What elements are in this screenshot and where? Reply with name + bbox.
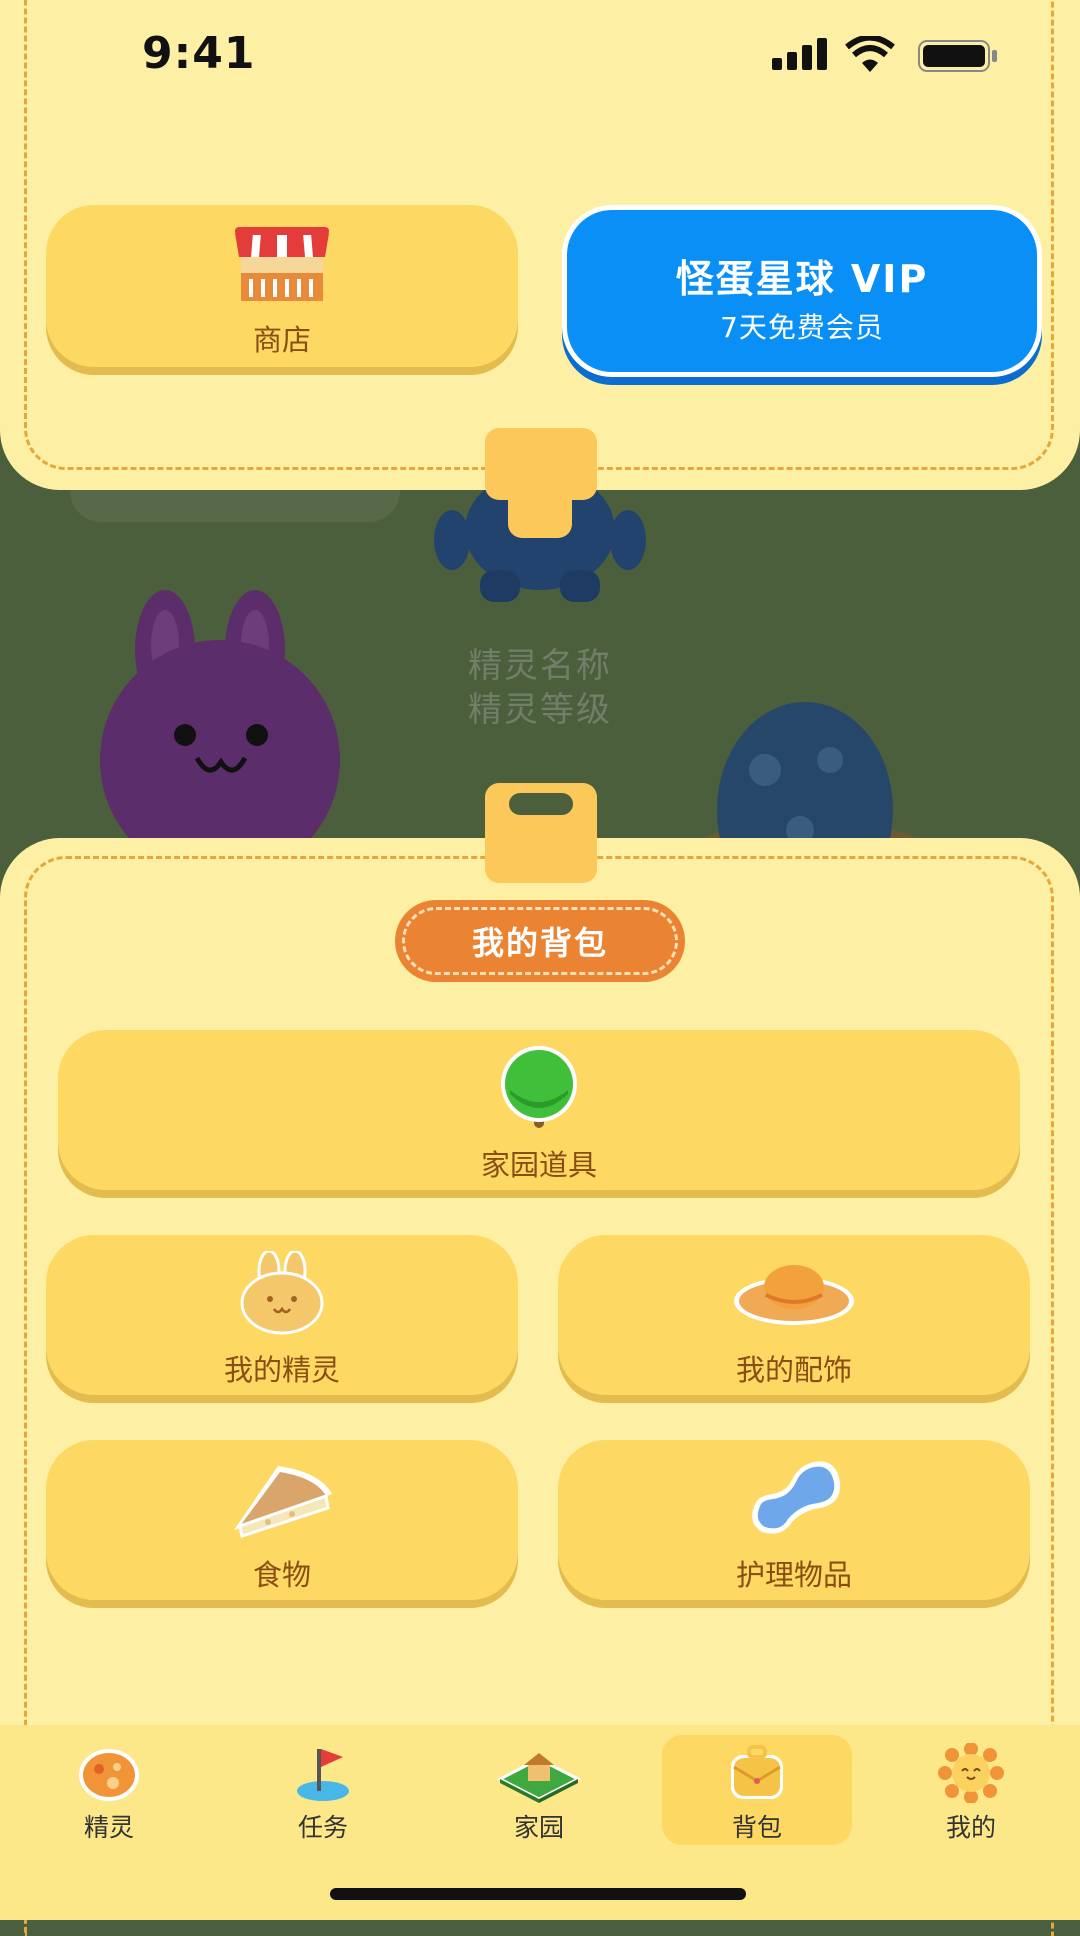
food-button[interactable]: 食物 xyxy=(46,1440,518,1600)
my-sprites-button[interactable]: 我的精灵 xyxy=(46,1235,518,1395)
backpack-title-pill: 我的背包 xyxy=(395,900,685,982)
tab-mine-label: 我的 xyxy=(945,1813,996,1842)
shop-button[interactable]: 商店 xyxy=(46,205,518,367)
egg-icon xyxy=(79,1749,139,1801)
battery-icon xyxy=(918,40,997,72)
my-sprites-label: 我的精灵 xyxy=(223,1353,340,1387)
care-items-button[interactable]: 护理物品 xyxy=(558,1440,1030,1600)
sprite-name-text: 精灵名称 xyxy=(468,646,612,686)
care-items-label: 护理物品 xyxy=(735,1558,852,1592)
vip-subtitle: 7天免费会员 xyxy=(720,311,884,344)
home-indicator[interactable] xyxy=(330,1888,746,1900)
tab-home[interactable]: 家园 xyxy=(444,1735,634,1845)
tree-icon xyxy=(501,1046,577,1128)
my-accessories-button[interactable]: 我的配饰 xyxy=(558,1235,1030,1395)
connector-tab-slot xyxy=(509,793,573,815)
cheese-icon xyxy=(234,1466,332,1538)
cellular-signal-icon xyxy=(772,38,827,70)
tab-tasks[interactable]: 任务 xyxy=(228,1735,418,1845)
vip-title: 怪蛋星球 VIP xyxy=(675,257,929,301)
status-time: 9:41 xyxy=(142,28,256,79)
tab-mine[interactable]: 我的 xyxy=(876,1735,1066,1845)
vip-button[interactable]: 怪蛋星球 VIP 7天免费会员 xyxy=(562,205,1042,377)
house-icon xyxy=(496,1753,582,1803)
shop-stall-icon xyxy=(235,227,329,301)
food-label: 食物 xyxy=(252,1558,311,1592)
bone-icon xyxy=(752,1461,841,1534)
backpack-title: 我的背包 xyxy=(471,924,608,962)
sprite-level-text: 精灵等级 xyxy=(468,690,612,730)
wifi-icon xyxy=(845,36,895,72)
tab-tasks-label: 任务 xyxy=(297,1813,348,1842)
hat-icon xyxy=(734,1265,854,1325)
home-props-button[interactable]: 家园道具 xyxy=(58,1030,1020,1190)
shop-label: 商店 xyxy=(252,323,311,357)
connector-tab-bottom xyxy=(485,783,597,883)
tab-sprites[interactable]: 精灵 xyxy=(14,1735,204,1845)
tab-backpack[interactable]: 背包 xyxy=(662,1735,852,1845)
connector-tab-top-stem xyxy=(508,480,572,538)
my-accessories-label: 我的配饰 xyxy=(735,1353,852,1387)
status-bar: 9:41 xyxy=(0,0,1080,110)
flag-icon xyxy=(297,1749,349,1801)
tab-home-label: 家园 xyxy=(513,1813,564,1842)
sun-icon xyxy=(938,1743,1004,1803)
backpack-icon xyxy=(731,1745,783,1799)
bunny-icon xyxy=(240,1251,324,1335)
home-props-label: 家园道具 xyxy=(480,1148,597,1182)
tab-sprites-label: 精灵 xyxy=(83,1813,134,1842)
tab-backpack-label: 背包 xyxy=(731,1813,782,1842)
